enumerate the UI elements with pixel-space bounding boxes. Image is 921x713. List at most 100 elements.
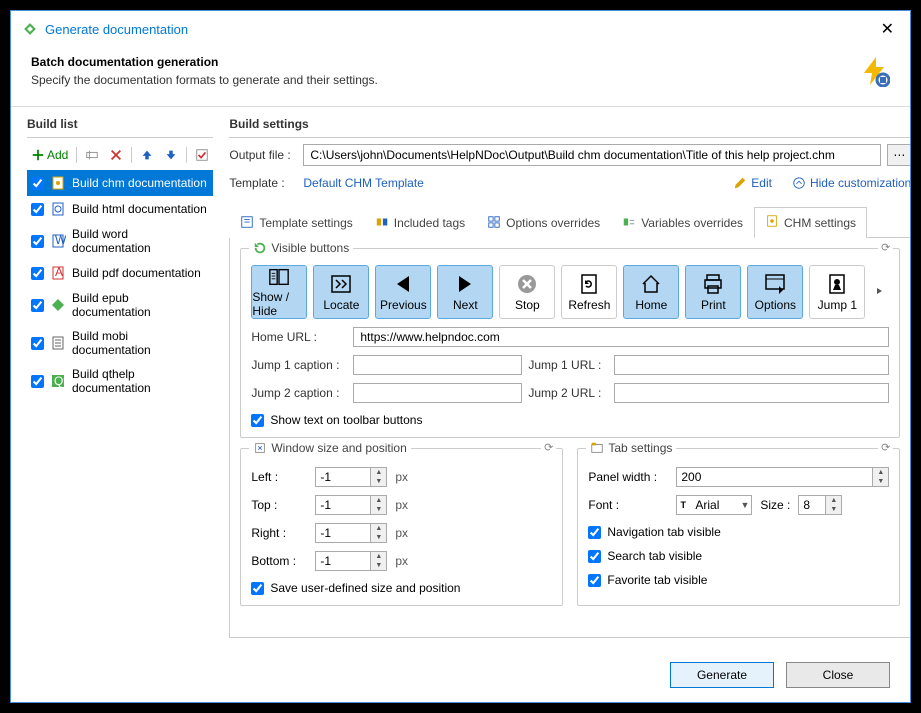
delete-button[interactable] bbox=[105, 146, 127, 164]
jump2-url-label: Jump 2 URL : bbox=[528, 386, 608, 400]
close-icon[interactable]: ✕ bbox=[877, 19, 898, 39]
group-corner-icon[interactable]: ⟳ bbox=[878, 241, 893, 254]
window: Generate documentation ✕ Batch documenta… bbox=[10, 10, 911, 703]
reset-icon[interactable] bbox=[253, 241, 267, 255]
file-icon: Qt bbox=[50, 373, 66, 389]
file-icon: W bbox=[50, 233, 66, 249]
close-button[interactable]: Close bbox=[786, 662, 890, 688]
build-item-label: Build qthelp documentation bbox=[72, 367, 209, 395]
tab-chm-settings[interactable]: CHM settings bbox=[754, 207, 867, 238]
jump1-url-label: Jump 1 URL : bbox=[528, 358, 608, 372]
tab-included-tags[interactable]: Included tags bbox=[364, 207, 476, 238]
build-item-checkbox[interactable] bbox=[31, 375, 44, 388]
output-file-label: Output file : bbox=[229, 148, 297, 162]
visible-buttons-group: Visible buttons ⟳ Show / HideLocatePrevi… bbox=[240, 248, 900, 438]
check-all-button[interactable] bbox=[191, 146, 213, 164]
chm-settings-panel: Visible buttons ⟳ Show / HideLocatePrevi… bbox=[229, 238, 910, 638]
jump1-caption-input[interactable] bbox=[353, 355, 522, 375]
group-corner-icon[interactable]: ⟳ bbox=[878, 441, 893, 454]
group-corner-icon[interactable]: ⟳ bbox=[541, 441, 556, 454]
build-item-label: Build pdf documentation bbox=[72, 266, 201, 280]
tab-template-settings[interactable]: Template settings bbox=[229, 207, 363, 238]
vbtn-icon bbox=[577, 272, 601, 296]
visible-btn-next[interactable]: Next bbox=[437, 265, 493, 319]
font-label: Font : bbox=[588, 498, 668, 512]
visible-btn-refresh[interactable]: Refresh bbox=[561, 265, 617, 319]
show-text-label: Show text on toolbar buttons bbox=[270, 413, 422, 427]
jump2-caption-input[interactable] bbox=[353, 383, 522, 403]
tab-options-overrides[interactable]: Options overrides bbox=[476, 207, 611, 238]
visible-btn-show-hide[interactable]: Show / Hide bbox=[251, 265, 307, 319]
build-item-checkbox[interactable] bbox=[31, 235, 44, 248]
add-button[interactable]: Add bbox=[27, 146, 72, 164]
hide-customization-link[interactable]: Hide customization bbox=[792, 176, 910, 190]
build-item-checkbox[interactable] bbox=[31, 203, 44, 216]
font-select[interactable]: T Arial ▼ bbox=[676, 495, 752, 515]
build-item-checkbox[interactable] bbox=[31, 299, 44, 312]
build-item-checkbox[interactable] bbox=[31, 337, 44, 350]
build-item-checkbox[interactable] bbox=[31, 267, 44, 280]
visible-btn-previous[interactable]: Previous bbox=[375, 265, 431, 319]
build-list: Build chm documentation Build html docum… bbox=[27, 170, 213, 400]
visible-btn-jump-1[interactable]: Jump 1 bbox=[809, 265, 865, 319]
show-text-checkbox[interactable] bbox=[251, 414, 264, 427]
build-item[interactable]: Build epub documentation bbox=[27, 286, 213, 324]
svg-text:Qt: Qt bbox=[54, 374, 66, 388]
svg-text:W: W bbox=[55, 233, 66, 247]
bottom-spin[interactable]: ▲▼ bbox=[315, 551, 387, 571]
panel-width-label: Panel width : bbox=[588, 470, 668, 484]
visible-btn-stop[interactable]: Stop bbox=[499, 265, 555, 319]
content: Build list Add Build chm documentation B… bbox=[11, 107, 910, 648]
home-url-input[interactable] bbox=[353, 327, 889, 347]
search-tab-checkbox[interactable] bbox=[588, 550, 601, 563]
vbtn-icon bbox=[515, 272, 539, 296]
visible-btn-home[interactable]: Home bbox=[623, 265, 679, 319]
vbtn-icon bbox=[825, 272, 849, 296]
build-item[interactable]: Build mobi documentation bbox=[27, 324, 213, 362]
size-spin[interactable]: ▲▼ bbox=[798, 495, 842, 515]
edit-link[interactable]: Edit bbox=[733, 176, 772, 190]
build-list-title: Build list bbox=[27, 117, 213, 131]
move-up-button[interactable] bbox=[136, 146, 158, 164]
right-spin[interactable]: ▲▼ bbox=[315, 523, 387, 543]
window-title: Generate documentation bbox=[45, 22, 188, 37]
vbtn-icon bbox=[453, 272, 477, 296]
vbtn-icon bbox=[763, 272, 787, 296]
visible-btn-options[interactable]: Options bbox=[747, 265, 803, 319]
build-item[interactable]: A Build pdf documentation bbox=[27, 260, 213, 286]
build-item[interactable]: Qt Build qthelp documentation bbox=[27, 362, 213, 400]
build-item[interactable]: W Build word documentation bbox=[27, 222, 213, 260]
fav-tab-checkbox[interactable] bbox=[588, 574, 601, 587]
jump2-url-input[interactable] bbox=[614, 383, 889, 403]
file-icon bbox=[50, 335, 66, 351]
nav-tab-checkbox[interactable] bbox=[588, 526, 601, 539]
header-subtitle: Specify the documentation formats to gen… bbox=[31, 73, 378, 87]
build-item-label: Build mobi documentation bbox=[72, 329, 209, 357]
more-buttons[interactable] bbox=[871, 283, 889, 302]
save-size-checkbox[interactable] bbox=[251, 582, 264, 595]
vbtn-icon bbox=[701, 272, 725, 296]
generate-button[interactable]: Generate bbox=[670, 662, 774, 688]
jump1-url-input[interactable] bbox=[614, 355, 889, 375]
build-item-label: Build chm documentation bbox=[72, 176, 207, 190]
move-down-button[interactable] bbox=[160, 146, 182, 164]
build-item[interactable]: Build html documentation bbox=[27, 196, 213, 222]
left-spin[interactable]: ▲▼ bbox=[315, 467, 387, 487]
output-file-input[interactable] bbox=[303, 144, 881, 166]
visible-buttons-list: Show / HideLocatePreviousNextStopRefresh… bbox=[251, 265, 889, 319]
right-label: Right : bbox=[251, 526, 307, 540]
file-icon bbox=[50, 297, 66, 313]
tab-icon bbox=[240, 215, 254, 232]
build-item[interactable]: Build chm documentation bbox=[27, 170, 213, 196]
template-link[interactable]: Default CHM Template bbox=[303, 176, 424, 190]
browse-button[interactable]: ⋯ bbox=[887, 144, 910, 166]
svg-text:A: A bbox=[55, 265, 63, 279]
svg-text:T: T bbox=[681, 500, 687, 510]
tab-variables-overrides[interactable]: Variables overrides bbox=[611, 207, 754, 238]
visible-btn-locate[interactable]: Locate bbox=[313, 265, 369, 319]
build-item-checkbox[interactable] bbox=[31, 177, 44, 190]
top-spin[interactable]: ▲▼ bbox=[315, 495, 387, 515]
rename-button[interactable] bbox=[81, 146, 103, 164]
panel-width-spin[interactable]: ▲▼ bbox=[676, 467, 889, 487]
visible-btn-print[interactable]: Print bbox=[685, 265, 741, 319]
